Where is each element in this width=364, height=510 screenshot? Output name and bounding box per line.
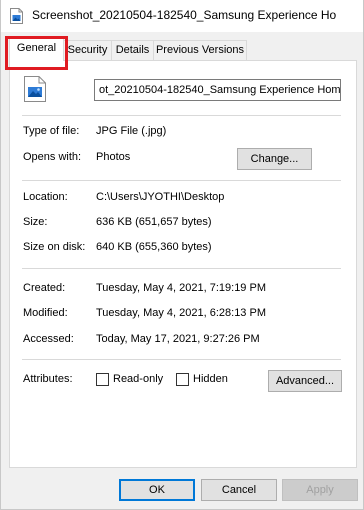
divider: [22, 180, 341, 181]
change-button[interactable]: Change...: [237, 148, 312, 170]
tab-security[interactable]: Security: [63, 40, 112, 60]
file-name-field[interactable]: ot_20210504-182540_Samsung Experience Ho…: [94, 79, 341, 101]
opens-with-label: Opens with:: [23, 151, 82, 163]
tab-panel-general: [9, 60, 357, 468]
tab-previous-versions[interactable]: Previous Versions: [153, 40, 247, 60]
hidden-checkbox[interactable]: [176, 373, 189, 386]
window-title: Screenshot_20210504-182540_Samsung Exper…: [32, 8, 337, 22]
advanced-button[interactable]: Advanced...: [268, 370, 342, 392]
divider: [22, 115, 341, 116]
hidden-label[interactable]: Hidden: [193, 373, 228, 385]
tab-general[interactable]: General: [9, 36, 64, 61]
title-bar: Screenshot_20210504-182540_Samsung Exper…: [1, 0, 363, 32]
size-value: 636 KB (651,657 bytes): [96, 216, 212, 228]
properties-window: Screenshot_20210504-182540_Samsung Exper…: [0, 0, 364, 510]
divider: [22, 268, 341, 269]
attributes-label: Attributes:: [23, 373, 73, 385]
opens-with-value: Photos: [96, 151, 131, 163]
type-of-file-value: JPG File (.jpg): [96, 125, 167, 137]
size-on-disk-label: Size on disk:: [23, 241, 86, 253]
created-value: Tuesday, May 4, 2021, 7:19:19 PM: [96, 282, 266, 294]
modified-label: Modified:: [23, 307, 68, 319]
modified-value: Tuesday, May 4, 2021, 6:28:13 PM: [96, 307, 266, 319]
created-label: Created:: [23, 282, 66, 294]
tab-strip: General Security Details Previous Versio…: [1, 36, 363, 61]
ok-button[interactable]: OK: [119, 479, 195, 501]
tab-details[interactable]: Details: [111, 40, 154, 60]
accessed-value: Today, May 17, 2021, 9:27:26 PM: [96, 333, 260, 345]
read-only-label[interactable]: Read-only: [113, 373, 163, 385]
accessed-label: Accessed:: [23, 333, 74, 345]
size-label: Size:: [23, 216, 48, 228]
divider: [22, 359, 341, 360]
image-file-icon: [24, 76, 46, 102]
apply-button[interactable]: Apply: [282, 479, 358, 501]
read-only-checkbox[interactable]: [96, 373, 109, 386]
size-on-disk-value: 640 KB (655,360 bytes): [96, 241, 212, 253]
location-label: Location:: [23, 191, 68, 203]
location-value: C:\Users\JYOTHI\Desktop: [96, 191, 225, 203]
image-file-icon: [10, 8, 23, 24]
type-of-file-label: Type of file:: [23, 125, 80, 137]
cancel-button[interactable]: Cancel: [201, 479, 277, 501]
